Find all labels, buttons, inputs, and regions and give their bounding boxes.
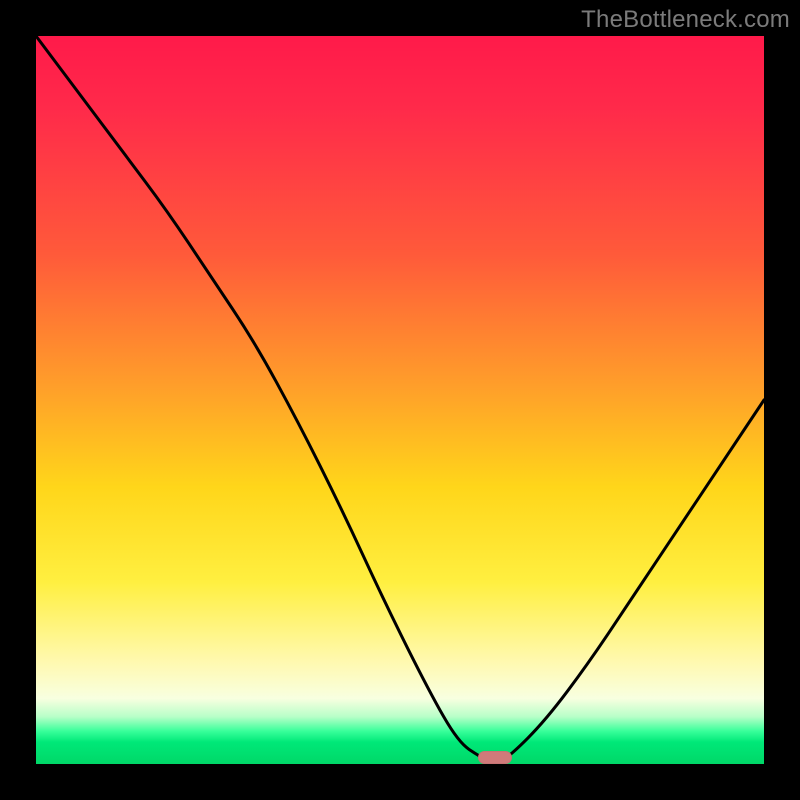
optimum-marker — [478, 751, 512, 764]
plot-area — [36, 36, 764, 764]
bottleneck-curve — [36, 36, 764, 764]
chart-frame: TheBottleneck.com — [0, 0, 800, 800]
watermark-text: TheBottleneck.com — [581, 6, 790, 34]
